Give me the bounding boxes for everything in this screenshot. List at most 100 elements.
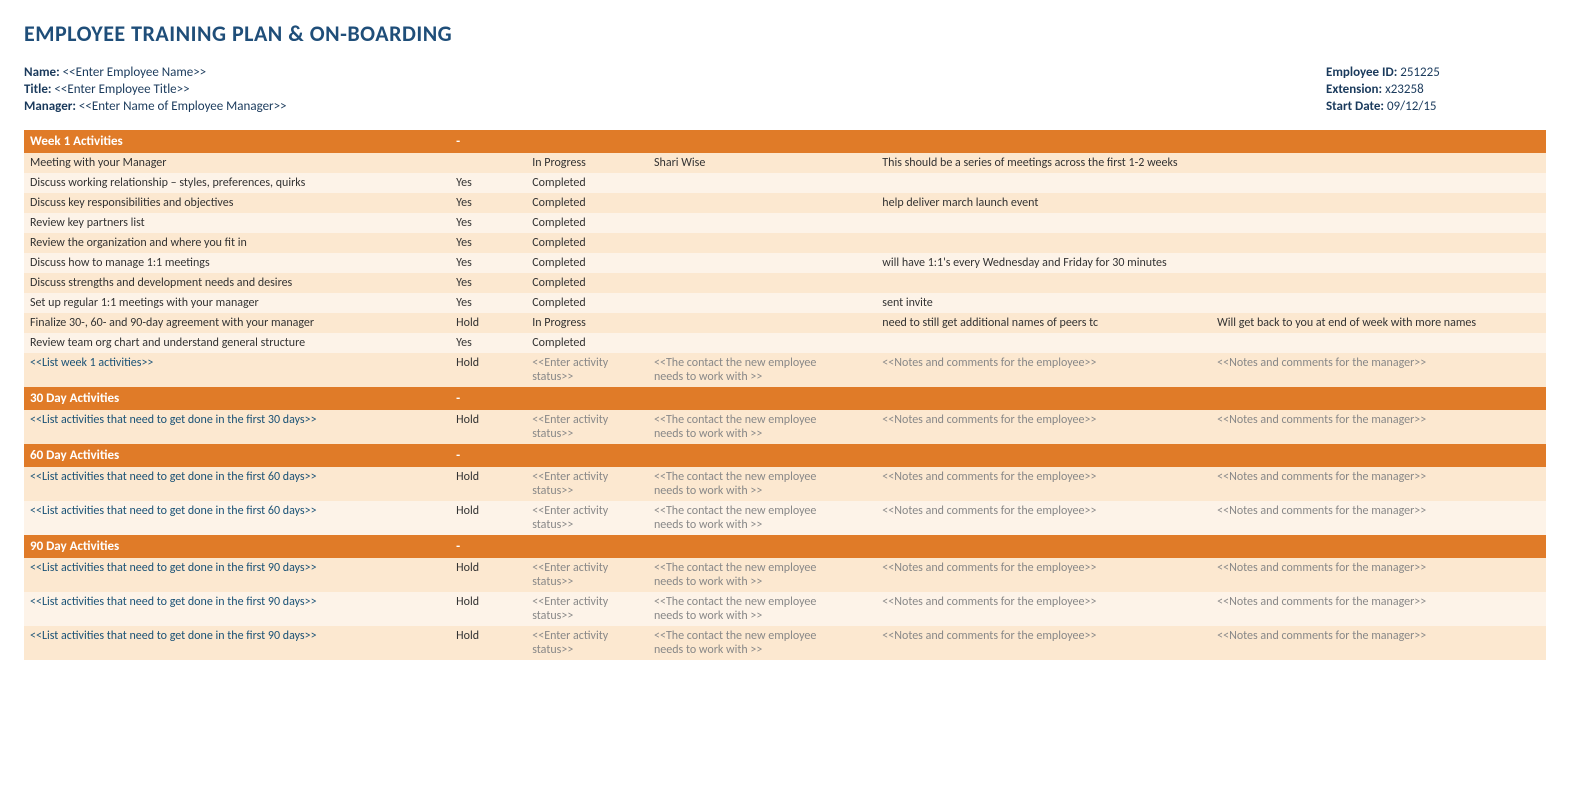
yes-cell: Hold bbox=[450, 353, 526, 387]
contact-cell bbox=[648, 333, 876, 353]
activity-cell: <<List week 1 activities>> bbox=[24, 353, 450, 387]
contact-cell: <<The contact the new employee needs to … bbox=[648, 467, 876, 501]
info-left: Name: <<Enter Employee Name>> Title: <<E… bbox=[24, 65, 287, 114]
id-label: Employee ID: bbox=[1326, 65, 1397, 80]
table-row: Meeting with your Manager In ProgressShar… bbox=[24, 153, 1546, 173]
notes-employee-cell bbox=[876, 333, 1211, 353]
notes-employee-cell: sent invite bbox=[876, 293, 1211, 313]
notes-manager-cell: <<Notes and comments for the manager>> bbox=[1211, 353, 1546, 387]
yes-cell: Yes bbox=[450, 193, 526, 213]
title-label: Title: bbox=[24, 82, 51, 97]
yes-cell: Hold bbox=[450, 467, 526, 501]
status-cell: Completed bbox=[526, 293, 648, 313]
section-title-day30: 30 Day Activities bbox=[24, 387, 450, 410]
notes-manager-cell bbox=[1211, 213, 1546, 233]
section-header-week1: Week 1 Activities - bbox=[24, 130, 1546, 153]
contact-cell: Shari Wise bbox=[648, 153, 876, 173]
table-row: Discuss how to manage 1:1 meetingsYesCom… bbox=[24, 253, 1546, 273]
status-cell: <<Enter activity status>> bbox=[526, 353, 648, 387]
notes-manager-cell bbox=[1211, 293, 1546, 313]
notes-employee-cell bbox=[876, 273, 1211, 293]
table-row: Discuss strengths and development needs … bbox=[24, 273, 1546, 293]
activity-cell: Set up regular 1:1 meetings with your ma… bbox=[24, 293, 450, 313]
ext-value: x23258 bbox=[1385, 82, 1424, 97]
activity-cell: Discuss key responsibilities and objecti… bbox=[24, 193, 450, 213]
start-value: 09/12/15 bbox=[1387, 99, 1437, 114]
notes-manager-cell: <<Notes and comments for the manager>> bbox=[1211, 467, 1546, 501]
contact-cell: <<The contact the new employee needs to … bbox=[648, 353, 876, 387]
title-line: Title: <<Enter Employee Title>> bbox=[24, 82, 287, 97]
contact-cell bbox=[648, 233, 876, 253]
activity-cell: <<List activities that need to get done … bbox=[24, 501, 450, 535]
notes-employee-cell bbox=[876, 173, 1211, 193]
employee-info: Name: <<Enter Employee Name>> Title: <<E… bbox=[24, 65, 1546, 114]
table-row: Discuss key responsibilities and objecti… bbox=[24, 193, 1546, 213]
yes-cell: Hold bbox=[450, 410, 526, 444]
notes-manager-cell: <<Notes and comments for the manager>> bbox=[1211, 558, 1546, 592]
yes-cell: Yes bbox=[450, 273, 526, 293]
manager-value: <<Enter Name of Employee Manager>> bbox=[79, 99, 287, 114]
page-title: EMPLOYEE TRAINING PLAN & ON-BOARDING bbox=[24, 20, 1546, 47]
name-label: Name: bbox=[24, 65, 60, 80]
yes-cell: Yes bbox=[450, 213, 526, 233]
status-cell: Completed bbox=[526, 273, 648, 293]
ext-label: Extension: bbox=[1326, 82, 1382, 97]
yes-cell: Hold bbox=[450, 626, 526, 660]
notes-manager-cell bbox=[1211, 153, 1546, 173]
table-row: <<List activities that need to get done … bbox=[24, 410, 1546, 444]
notes-employee-cell bbox=[876, 213, 1211, 233]
notes-manager-cell: Will get back to you at end of week with… bbox=[1211, 313, 1546, 333]
contact-cell bbox=[648, 313, 876, 333]
status-cell: <<Enter activity status>> bbox=[526, 410, 648, 444]
name-line: Name: <<Enter Employee Name>> bbox=[24, 65, 287, 80]
notes-employee-cell: <<Notes and comments for the employee>> bbox=[876, 626, 1211, 660]
status-cell: In Progress bbox=[526, 153, 648, 173]
table-row: Finalize 30-, 60- and 90-day agreement w… bbox=[24, 313, 1546, 333]
notes-manager-cell: <<Notes and comments for the manager>> bbox=[1211, 626, 1546, 660]
start-label: Start Date: bbox=[1326, 99, 1384, 114]
notes-employee-cell: <<Notes and comments for the employee>> bbox=[876, 353, 1211, 387]
contact-cell: <<The contact the new employee needs to … bbox=[648, 626, 876, 660]
yes-cell: Hold bbox=[450, 592, 526, 626]
activity-cell: <<List activities that need to get done … bbox=[24, 626, 450, 660]
notes-manager-cell bbox=[1211, 273, 1546, 293]
status-cell: Completed bbox=[526, 333, 648, 353]
section-header-day90: 90 Day Activities - bbox=[24, 535, 1546, 558]
activity-cell: <<List activities that need to get done … bbox=[24, 467, 450, 501]
notes-employee-cell bbox=[876, 233, 1211, 253]
section-dash-day60: - bbox=[450, 444, 1546, 467]
info-right: Employee ID: 251225 Extension: x23258 St… bbox=[1326, 65, 1546, 114]
notes-employee-cell: This should be a series of meetings acro… bbox=[876, 153, 1211, 173]
notes-employee-cell: <<Notes and comments for the employee>> bbox=[876, 501, 1211, 535]
activity-cell: Meeting with your Manager bbox=[24, 153, 450, 173]
status-cell: Completed bbox=[526, 253, 648, 273]
status-cell: <<Enter activity status>> bbox=[526, 592, 648, 626]
activity-cell: Discuss working relationship – styles, p… bbox=[24, 173, 450, 193]
notes-employee-cell: <<Notes and comments for the employee>> bbox=[876, 592, 1211, 626]
notes-employee-cell: need to still get additional names of pe… bbox=[876, 313, 1211, 333]
table-row: <<List activities that need to get done … bbox=[24, 558, 1546, 592]
notes-employee-cell: <<Notes and comments for the employee>> bbox=[876, 410, 1211, 444]
activity-cell: <<List activities that need to get done … bbox=[24, 592, 450, 626]
yes-cell: Yes bbox=[450, 253, 526, 273]
table-row: <<List activities that need to get done … bbox=[24, 626, 1546, 660]
table-row: Set up regular 1:1 meetings with your ma… bbox=[24, 293, 1546, 313]
yes-cell: Yes bbox=[450, 173, 526, 193]
section-dash-day30: - bbox=[450, 387, 1546, 410]
contact-cell bbox=[648, 293, 876, 313]
manager-label: Manager: bbox=[24, 99, 76, 114]
status-cell: <<Enter activity status>> bbox=[526, 501, 648, 535]
table-row: <<List week 1 activities>>Hold<<Enter ac… bbox=[24, 353, 1546, 387]
notes-manager-cell bbox=[1211, 173, 1546, 193]
id-line: Employee ID: 251225 bbox=[1326, 65, 1546, 80]
activity-cell: Review team org chart and understand gen… bbox=[24, 333, 450, 353]
status-cell: Completed bbox=[526, 173, 648, 193]
manager-line: Manager: <<Enter Name of Employee Manage… bbox=[24, 99, 287, 114]
contact-cell bbox=[648, 193, 876, 213]
yes-cell: Hold bbox=[450, 558, 526, 592]
notes-manager-cell bbox=[1211, 193, 1546, 213]
yes-cell: Hold bbox=[450, 501, 526, 535]
notes-manager-cell: <<Notes and comments for the manager>> bbox=[1211, 410, 1546, 444]
status-cell: Completed bbox=[526, 193, 648, 213]
activity-cell: Review key partners list bbox=[24, 213, 450, 233]
